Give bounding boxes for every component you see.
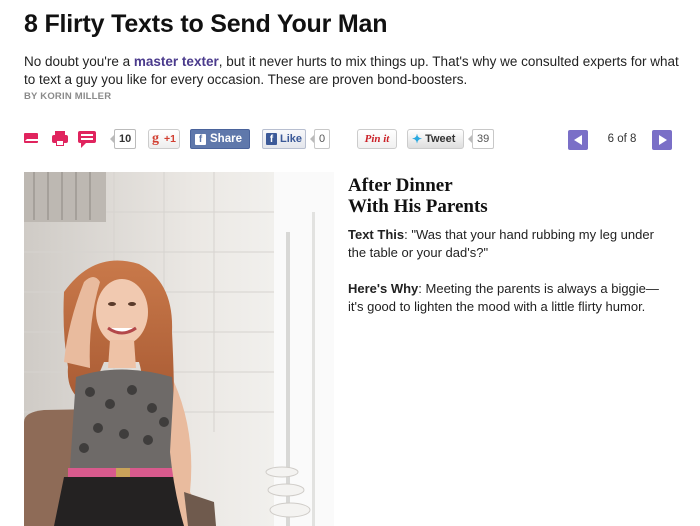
byline: BY KORIN MILLER <box>24 91 112 102</box>
heres-why-label: Here's Why <box>348 281 419 296</box>
slide-title-line-2: With His Parents <box>348 196 488 217</box>
pinterest-label: Pin it <box>364 133 390 145</box>
slide-title-line-1: After Dinner <box>348 175 453 196</box>
facebook-share-label: Share <box>210 133 242 145</box>
google-plus-button[interactable]: g +1 <box>148 129 180 149</box>
article-headline: 8 Flirty Texts to Send Your Man <box>24 10 388 38</box>
facebook-like-icon: f <box>266 133 277 145</box>
facebook-icon: f <box>195 133 206 145</box>
dek-text-start: No doubt you're a <box>24 54 134 69</box>
comment-count: 10 <box>109 129 137 149</box>
twitter-bird-icon: ✦ <box>412 132 423 146</box>
tweet-label: Tweet <box>425 133 456 145</box>
slide-title: After Dinner With His Parents <box>348 175 488 217</box>
previous-slide-button[interactable] <box>568 130 588 150</box>
heres-why-paragraph: Here's Why: Meeting the parents is alway… <box>348 280 668 316</box>
next-slide-button[interactable] <box>652 130 672 150</box>
google-plus-label: +1 <box>164 133 176 145</box>
woman-sitting-photo <box>24 172 334 526</box>
slide-photo <box>24 172 334 526</box>
email-icon[interactable] <box>24 133 41 143</box>
article-dek: No doubt you're a master texter, but it … <box>24 53 684 89</box>
print-icon[interactable] <box>52 131 68 146</box>
facebook-like-count: 0 <box>309 129 331 149</box>
slide-counter: 6 of 8 <box>607 133 637 145</box>
pinterest-button[interactable]: Pin it <box>357 129 397 149</box>
text-this-label: Text This <box>348 227 405 242</box>
facebook-share-button[interactable]: f Share <box>190 129 250 149</box>
tweet-button[interactable]: ✦ Tweet <box>407 129 464 149</box>
tweet-count: 39 <box>467 129 495 149</box>
master-texter-link[interactable]: master texter <box>134 54 219 69</box>
facebook-like-button[interactable]: f Like <box>262 129 306 149</box>
comment-icon[interactable] <box>78 131 96 148</box>
text-this-paragraph: Text This: "Was that your hand rubbing m… <box>348 226 668 262</box>
facebook-like-label: Like <box>279 133 302 145</box>
google-plus-icon: g <box>152 131 159 146</box>
